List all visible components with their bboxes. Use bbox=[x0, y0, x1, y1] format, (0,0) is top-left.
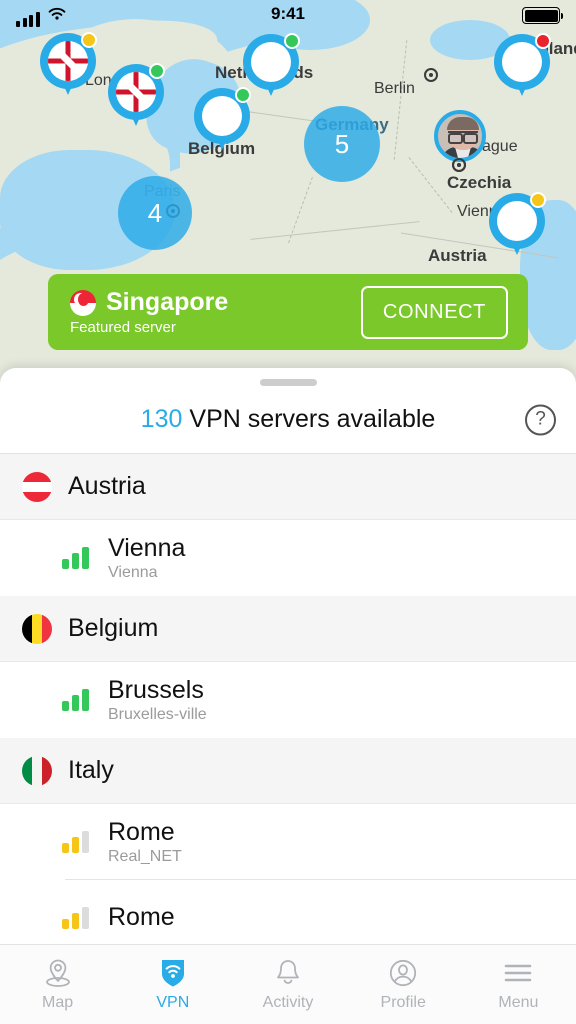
bottom-tab-bar: Map VPN Activity Profile Menu bbox=[0, 944, 576, 1024]
server-subtitle: Bruxelles-ville bbox=[108, 706, 207, 723]
country-group-header-italy[interactable]: Italy bbox=[0, 738, 576, 804]
pin-status-dot-yellow bbox=[530, 192, 546, 208]
flag-uk-icon bbox=[48, 41, 88, 81]
bell-icon bbox=[271, 957, 305, 989]
cluster-count: 4 bbox=[147, 197, 163, 228]
tab-label: Profile bbox=[380, 994, 426, 1011]
map-label-czechia: Czechia bbox=[447, 173, 512, 192]
country-name: Austria bbox=[68, 472, 146, 500]
cluster-count: 5 bbox=[334, 128, 350, 159]
server-name: Vienna bbox=[108, 534, 186, 562]
map-label-berlin: Berlin bbox=[374, 80, 415, 97]
flag-uk-icon bbox=[116, 72, 156, 112]
sheet-headline: VPN servers available bbox=[189, 405, 436, 433]
map-pin-austria[interactable] bbox=[489, 192, 546, 255]
server-subtitle: Real_NET bbox=[108, 848, 182, 865]
map-pin-united-kingdom-london[interactable] bbox=[108, 63, 165, 126]
tab-label: Menu bbox=[498, 994, 539, 1011]
tab-menu[interactable]: Menu bbox=[461, 945, 576, 1024]
server-row-brussels[interactable]: Brussels Bruxelles-ville bbox=[0, 662, 576, 738]
server-list[interactable]: Austria Vienna Vienna Belgium Brussels B… bbox=[0, 454, 576, 974]
country-name: Belgium bbox=[68, 614, 159, 642]
tab-label: Map bbox=[42, 994, 74, 1011]
status-bar-time: 9:41 bbox=[270, 4, 306, 23]
server-row-rome[interactable]: Rome Real_NET bbox=[0, 804, 576, 880]
map-pin-netherlands[interactable] bbox=[243, 33, 300, 96]
help-icon[interactable]: ? bbox=[525, 404, 556, 435]
sheet-grabber[interactable] bbox=[259, 379, 317, 386]
country-name: Italy bbox=[68, 756, 114, 784]
map-pin-icon bbox=[41, 957, 75, 989]
vpn-app-screen: London Netherlands Belgium Berlin Poland… bbox=[0, 0, 576, 1024]
flag-belgium-icon bbox=[22, 613, 52, 644]
tab-vpn[interactable]: VPN bbox=[115, 945, 230, 1024]
flag-poland-icon bbox=[502, 42, 542, 82]
map-label-austria: Austria bbox=[428, 246, 487, 265]
pin-status-dot-green bbox=[235, 87, 251, 103]
person-circle-icon bbox=[386, 957, 420, 989]
flag-singapore-icon bbox=[70, 289, 96, 316]
battery-full-icon bbox=[522, 7, 563, 24]
map-pin-poland[interactable] bbox=[494, 33, 551, 96]
signal-strength-icon bbox=[62, 547, 89, 569]
pin-status-dot-yellow bbox=[81, 32, 97, 48]
flag-belgium-icon bbox=[202, 96, 242, 136]
server-list-sheet: 130 VPN servers available ? Austria Vien… bbox=[0, 368, 576, 1024]
server-name: Rome bbox=[108, 818, 175, 846]
featured-server-title: Singapore bbox=[106, 288, 229, 316]
country-group-header-belgium[interactable]: Belgium bbox=[0, 596, 576, 662]
flag-austria-icon bbox=[22, 471, 52, 502]
server-subtitle: Vienna bbox=[108, 564, 158, 581]
featured-server-subtitle: Featured server bbox=[70, 319, 176, 336]
map-cluster-germany[interactable]: 5 bbox=[304, 106, 380, 182]
pin-status-dot-green bbox=[149, 63, 165, 79]
pin-status-dot-green bbox=[284, 33, 300, 49]
shield-wifi-icon bbox=[156, 957, 190, 989]
flag-italy-icon bbox=[22, 755, 52, 786]
city-dot-berlin bbox=[424, 68, 438, 82]
server-name: Rome bbox=[108, 903, 175, 931]
map-pin-belgium[interactable] bbox=[194, 87, 251, 150]
status-bar: 9:41 bbox=[0, 0, 576, 30]
featured-server-banner[interactable]: Singapore Featured server CONNECT bbox=[48, 274, 528, 350]
hamburger-menu-icon bbox=[501, 957, 535, 989]
user-avatar-marker[interactable] bbox=[434, 110, 486, 162]
server-row-vienna[interactable]: Vienna Vienna bbox=[0, 520, 576, 596]
flag-netherlands-icon bbox=[251, 42, 291, 82]
country-group-header-austria[interactable]: Austria bbox=[0, 454, 576, 520]
signal-strength-icon bbox=[62, 907, 89, 929]
tab-activity[interactable]: Activity bbox=[230, 945, 345, 1024]
pin-status-dot-red bbox=[535, 33, 551, 49]
tab-profile[interactable]: Profile bbox=[346, 945, 461, 1024]
map-pin-united-kingdom[interactable] bbox=[40, 32, 97, 95]
tab-map[interactable]: Map bbox=[0, 945, 115, 1024]
flag-austria-icon bbox=[497, 201, 537, 241]
map-cluster-paris[interactable]: 4 bbox=[118, 176, 192, 250]
sheet-header: 130 VPN servers available ? bbox=[0, 386, 576, 454]
user-location-dot bbox=[452, 158, 466, 172]
connect-button[interactable]: CONNECT bbox=[360, 285, 508, 339]
signal-strength-icon bbox=[62, 831, 89, 853]
tab-label: VPN bbox=[156, 994, 190, 1011]
tab-label: Activity bbox=[262, 994, 314, 1011]
server-count: 130 bbox=[140, 405, 183, 433]
signal-strength-icon bbox=[62, 689, 89, 711]
server-name: Brussels bbox=[108, 676, 204, 704]
